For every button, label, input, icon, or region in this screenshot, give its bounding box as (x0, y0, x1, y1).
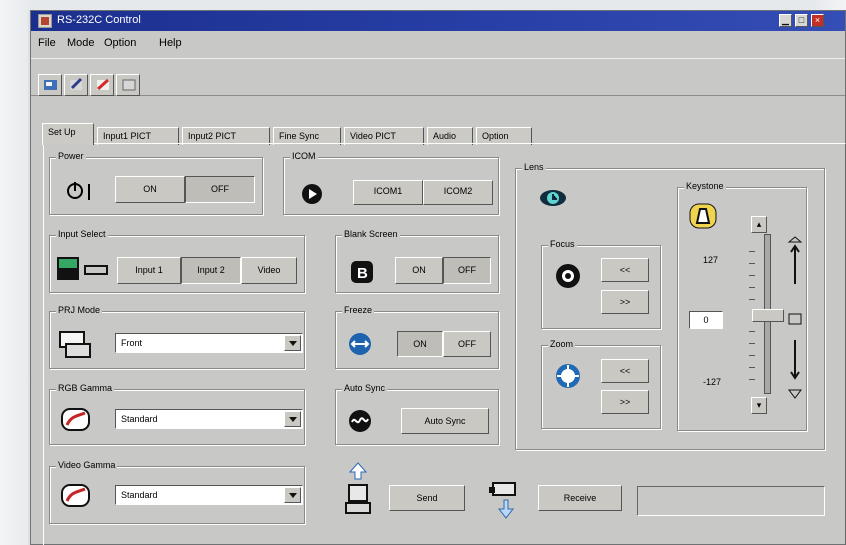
power-label: Power (56, 151, 86, 161)
freeze-icon (349, 333, 371, 355)
input1-button[interactable]: Input 1 (117, 257, 181, 284)
gamma-icon (61, 484, 90, 507)
menu-option[interactable]: Option (104, 37, 136, 49)
prj-mode-value: Front (121, 338, 143, 348)
icom-label: ICOM (290, 151, 318, 161)
keystone-tick (749, 343, 755, 344)
keystone-tick (749, 379, 755, 380)
send-icon (345, 462, 371, 514)
open-tool-button[interactable] (38, 74, 62, 96)
power-off-button[interactable]: OFF (185, 176, 255, 203)
focus-far-button[interactable]: >> (601, 290, 649, 314)
blank-screen-off-button[interactable]: OFF (443, 257, 491, 284)
open-icon (44, 80, 57, 90)
menu-mode[interactable]: Mode (67, 37, 95, 49)
video-gamma-label: Video Gamma (56, 460, 118, 470)
freeze-label: Freeze (342, 305, 375, 315)
save-tool-button[interactable] (64, 74, 88, 96)
erase-tool-button[interactable] (90, 74, 114, 96)
rgb-gamma-label: RGB Gamma (56, 383, 115, 393)
tab-setup[interactable]: Set Up (42, 123, 94, 145)
power-icon (67, 182, 90, 200)
prj-mode-icon (59, 331, 91, 358)
freeze-off-button[interactable]: OFF (443, 331, 491, 357)
toolbar (31, 58, 845, 96)
keystone-tick (749, 367, 755, 368)
prj-mode-select[interactable]: Front (115, 333, 303, 353)
keystone-tick (749, 355, 755, 356)
video-gamma-select[interactable]: Standard (115, 485, 303, 505)
chevron-down-icon[interactable] (284, 335, 301, 351)
receive-button[interactable]: Receive (538, 485, 622, 511)
receive-icon (489, 482, 516, 519)
zoom-label: Zoom (548, 339, 576, 349)
keystone-shape-icons (787, 236, 803, 399)
video-gamma-value: Standard (121, 490, 158, 500)
send-button[interactable]: Send (389, 485, 465, 511)
keystone-tick (749, 263, 755, 264)
keystone-up-button[interactable]: ▴ (751, 216, 767, 233)
keystone-tick (749, 275, 755, 276)
keystone-down-button[interactable]: ▾ (751, 397, 767, 414)
rgb-gamma-value: Standard (121, 414, 158, 424)
keystone-icon (689, 203, 717, 229)
blank-screen-label: Blank Screen (342, 229, 400, 239)
auto-sync-label: Auto Sync (342, 383, 388, 393)
menu-bar: File Mode Option Help (31, 32, 845, 54)
zoom-in-button[interactable]: >> (601, 390, 649, 414)
input-select-icon (57, 257, 108, 280)
lens-label: Lens (522, 162, 546, 172)
keystone-value-field[interactable]: 0 (689, 311, 723, 329)
close-button[interactable]: × (811, 14, 824, 27)
keystone-tick (749, 331, 755, 332)
maximize-button[interactable]: □ (795, 14, 808, 27)
title-bar[interactable]: RS-232C Control ▁ □ × (31, 11, 845, 31)
minimize-button[interactable]: ▁ (779, 14, 792, 27)
auto-sync-button[interactable]: Auto Sync (401, 408, 489, 434)
window-title: RS-232C Control (57, 14, 141, 26)
keystone-bottom-value: -127 (703, 377, 722, 387)
menu-help[interactable]: Help (159, 37, 182, 49)
input-select-label: Input Select (56, 229, 108, 239)
save-icon (70, 77, 83, 90)
display-icon (122, 79, 136, 91)
focus-icon (556, 264, 580, 288)
gamma-icon (61, 408, 90, 431)
chevron-down-icon[interactable] (284, 411, 301, 427)
blank-screen-icon: B (351, 261, 373, 283)
keystone-tick (749, 299, 755, 300)
freeze-on-button[interactable]: ON (397, 331, 443, 357)
icom1-button[interactable]: ICOM1 (353, 180, 423, 205)
focus-label: Focus (548, 239, 577, 249)
chevron-down-icon[interactable] (284, 487, 301, 503)
tab-strip: Set Up Input1 PICT Input2 PICT Fine Sync… (35, 123, 846, 145)
icom-icon (302, 184, 322, 204)
status-display (637, 486, 825, 516)
keystone-label: Keystone (684, 181, 726, 191)
focus-near-button[interactable]: << (601, 258, 649, 282)
display-tool-button[interactable] (116, 74, 140, 96)
power-on-button[interactable]: ON (115, 176, 185, 203)
auto-sync-icon (349, 410, 371, 432)
rs232c-window: RS-232C Control ▁ □ × File Mode Option H… (30, 10, 846, 545)
menu-file[interactable]: File (38, 37, 56, 49)
keystone-top-value: 127 (703, 255, 719, 265)
video-input-button[interactable]: Video (241, 257, 297, 284)
svg-text:B: B (357, 265, 368, 282)
rgb-gamma-select[interactable]: Standard (115, 409, 303, 429)
input2-button[interactable]: Input 2 (181, 257, 241, 284)
app-icon (38, 14, 52, 28)
keystone-tick (749, 287, 755, 288)
zoom-out-button[interactable]: << (601, 359, 649, 383)
desktop: RS-232C Control ▁ □ × File Mode Option H… (0, 0, 846, 545)
lens-icon (540, 190, 566, 206)
erase-icon (96, 78, 110, 91)
keystone-slider-thumb[interactable] (752, 309, 784, 322)
prj-mode-label: PRJ Mode (56, 305, 103, 315)
keystone-tick (749, 251, 755, 252)
icom2-button[interactable]: ICOM2 (423, 180, 493, 205)
zoom-icon (556, 364, 580, 388)
blank-screen-on-button[interactable]: ON (395, 257, 443, 284)
